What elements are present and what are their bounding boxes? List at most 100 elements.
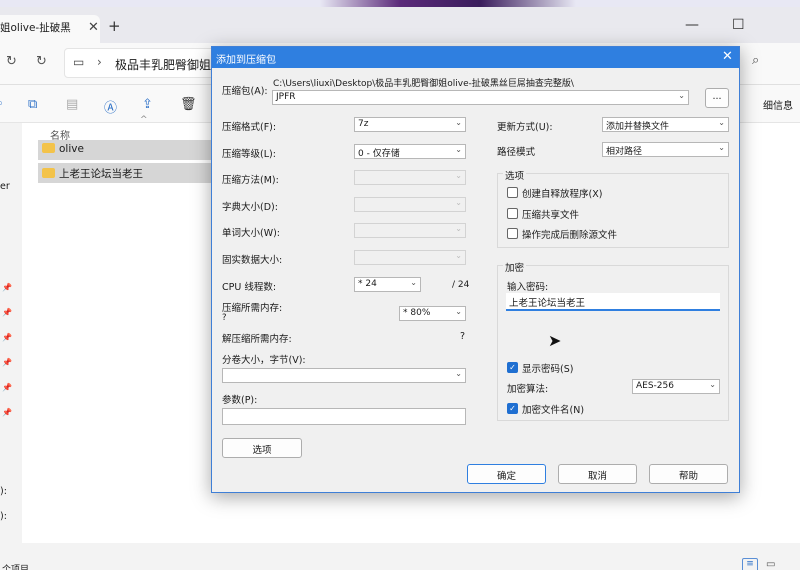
delete-label[interactable]: 操作完成后删除源文件: [522, 227, 617, 241]
chevron-down-icon: ⌄: [718, 143, 725, 152]
maximize-icon[interactable]: ☐: [732, 17, 745, 33]
delete-checkbox[interactable]: [507, 228, 518, 239]
search-icon[interactable]: ⌕: [752, 53, 759, 68]
show-password-label[interactable]: 显示密码(S): [522, 361, 573, 375]
pin-icon: 📌: [2, 358, 12, 367]
chevron-down-icon: ⌄: [455, 307, 462, 316]
nav-item[interactable]: er: [0, 181, 10, 192]
chevron-down-icon: ⌄: [455, 198, 462, 207]
decomp-unknown: ?: [460, 331, 466, 342]
update-select[interactable]: 添加并替换文件 ⌄: [602, 117, 729, 132]
close-icon[interactable]: ✕: [722, 49, 733, 64]
mem-unknown: ?: [222, 313, 227, 323]
cut-icon[interactable]: ◦: [0, 97, 4, 112]
address-bar[interactable]: ▭ › 极品丰乳肥臀御姐o: [64, 48, 234, 78]
tiles-view-icon[interactable]: ▭: [766, 559, 775, 570]
nav-drive[interactable]: ):: [0, 486, 7, 497]
volume-label: 分卷大小，字节(V):: [222, 355, 306, 366]
ok-button[interactable]: 确定: [467, 464, 546, 484]
pin-icon: 📌: [2, 333, 12, 342]
sfx-label[interactable]: 创建自释放程序(X): [522, 186, 602, 200]
decomp-label: 解压缩所需内存:: [222, 334, 292, 345]
sfx-checkbox[interactable]: [507, 187, 518, 198]
show-password-checkbox[interactable]: ✓: [507, 362, 518, 373]
archive-name-value: JPFR: [276, 92, 296, 102]
details-view-icon[interactable]: ≡: [742, 558, 758, 570]
level-value: 0 - 仅存储: [358, 149, 400, 159]
enc-method-value: AES-256: [636, 381, 674, 391]
format-value: 7z: [358, 119, 369, 129]
explorer-tab[interactable]: 姐olive-扯破黑 ✕: [0, 15, 100, 43]
password-value: 上老王论坛当老王: [509, 298, 586, 309]
copy-icon[interactable]: ⧉: [28, 97, 37, 112]
share-icon[interactable]: ⇪: [142, 97, 153, 112]
encryption-group-title: 加密: [503, 260, 527, 274]
navigation-pane: er 📌 📌 📌 📌 📌 📌 ): ):: [0, 123, 22, 543]
archive-label: 压缩包(A):: [222, 86, 268, 97]
level-select[interactable]: 0 - 仅存储 ⌄: [354, 144, 466, 159]
chevron-down-icon: ⌄: [410, 278, 417, 287]
archive-path: C:\Users\liuxi\Desktop\极品丰乳肥臀御姐olive-扯破黑…: [273, 79, 574, 89]
shared-checkbox[interactable]: [507, 208, 518, 219]
address-path: 极品丰乳肥臀御姐o: [115, 58, 219, 72]
method-select[interactable]: ⌄: [354, 170, 466, 185]
details-button[interactable]: 细信息: [763, 97, 793, 112]
chevron-down-icon: ⌄: [709, 380, 716, 389]
params-input[interactable]: [222, 408, 466, 425]
format-select[interactable]: 7z ⌄: [354, 117, 466, 132]
archive-name-combo[interactable]: JPFR ⌄: [272, 90, 689, 105]
delete-icon[interactable]: 🗑: [180, 97, 197, 112]
close-tab-icon[interactable]: ✕: [88, 20, 99, 35]
encrypt-names-checkbox[interactable]: ✓: [507, 403, 518, 414]
update-label: 更新方式(U):: [497, 122, 553, 133]
word-select[interactable]: ⌄: [354, 223, 466, 238]
sort-up-icon: ^: [140, 115, 148, 125]
dict-label: 字典大小(D):: [222, 202, 278, 213]
enc-method-select[interactable]: AES-256 ⌄: [632, 379, 720, 394]
word-label: 单词大小(W):: [222, 228, 281, 239]
mem-select[interactable]: * 80% ⌄: [399, 306, 466, 321]
chevron-right-icon: ›: [97, 55, 102, 69]
nav-drive[interactable]: ):: [0, 511, 7, 522]
password-input[interactable]: 上老王论坛当老王: [506, 293, 720, 311]
password-label: 输入密码:: [507, 282, 549, 293]
chevron-down-icon: ⌄: [678, 91, 685, 100]
folder-icon: [42, 168, 55, 178]
refresh-icon[interactable]: ↻: [6, 54, 17, 69]
volume-combo[interactable]: ⌄: [222, 368, 466, 383]
file-name: 上老王论坛当老王: [59, 168, 143, 180]
path-select[interactable]: 相对路径 ⌄: [602, 142, 729, 157]
params-label: 参数(P):: [222, 395, 258, 406]
cpu-select[interactable]: * 24 ⌄: [354, 277, 421, 292]
options-button[interactable]: 选项: [222, 438, 302, 458]
solid-label: 固实数据大小:: [222, 255, 283, 266]
mem-value: * 80%: [403, 308, 431, 318]
paste-icon[interactable]: ▤: [66, 97, 78, 112]
list-item[interactable]: olive: [38, 140, 212, 160]
tab-bar: 姐olive-扯破黑 ✕ + — ☐: [0, 7, 800, 43]
mouse-cursor-icon: ➤: [548, 331, 562, 350]
enc-method-label: 加密算法:: [507, 384, 549, 395]
rename-icon[interactable]: Ⓐ: [104, 97, 117, 116]
chevron-down-icon: ⌄: [718, 118, 725, 127]
shared-label[interactable]: 压缩共享文件: [522, 207, 579, 221]
solid-select[interactable]: ⌄: [354, 250, 466, 265]
chevron-down-icon: ⌄: [455, 251, 462, 260]
method-label: 压缩方法(M):: [222, 175, 279, 186]
folder-icon: [42, 143, 55, 153]
dialog-titlebar[interactable]: 添加到压缩包 ✕: [212, 47, 739, 68]
list-item[interactable]: 上老王论坛当老王: [38, 163, 212, 183]
pin-icon: 📌: [2, 283, 12, 292]
path-label: 路径模式: [497, 147, 536, 158]
add-to-archive-dialog: 添加到压缩包 ✕ 压缩包(A): C:\Users\liuxi\Desktop\…: [211, 46, 740, 493]
new-tab-icon[interactable]: +: [108, 17, 121, 35]
pin-icon: 📌: [2, 408, 12, 417]
browse-button[interactable]: ...: [705, 88, 729, 108]
encrypt-names-label[interactable]: 加密文件名(N): [522, 402, 584, 416]
computer-icon: ▭: [73, 55, 85, 69]
minimize-icon[interactable]: —: [685, 17, 699, 33]
cancel-button[interactable]: 取消: [558, 464, 637, 484]
reload-icon[interactable]: ↻: [36, 54, 47, 69]
dict-select[interactable]: ⌄: [354, 197, 466, 212]
help-button[interactable]: 帮助: [649, 464, 728, 484]
